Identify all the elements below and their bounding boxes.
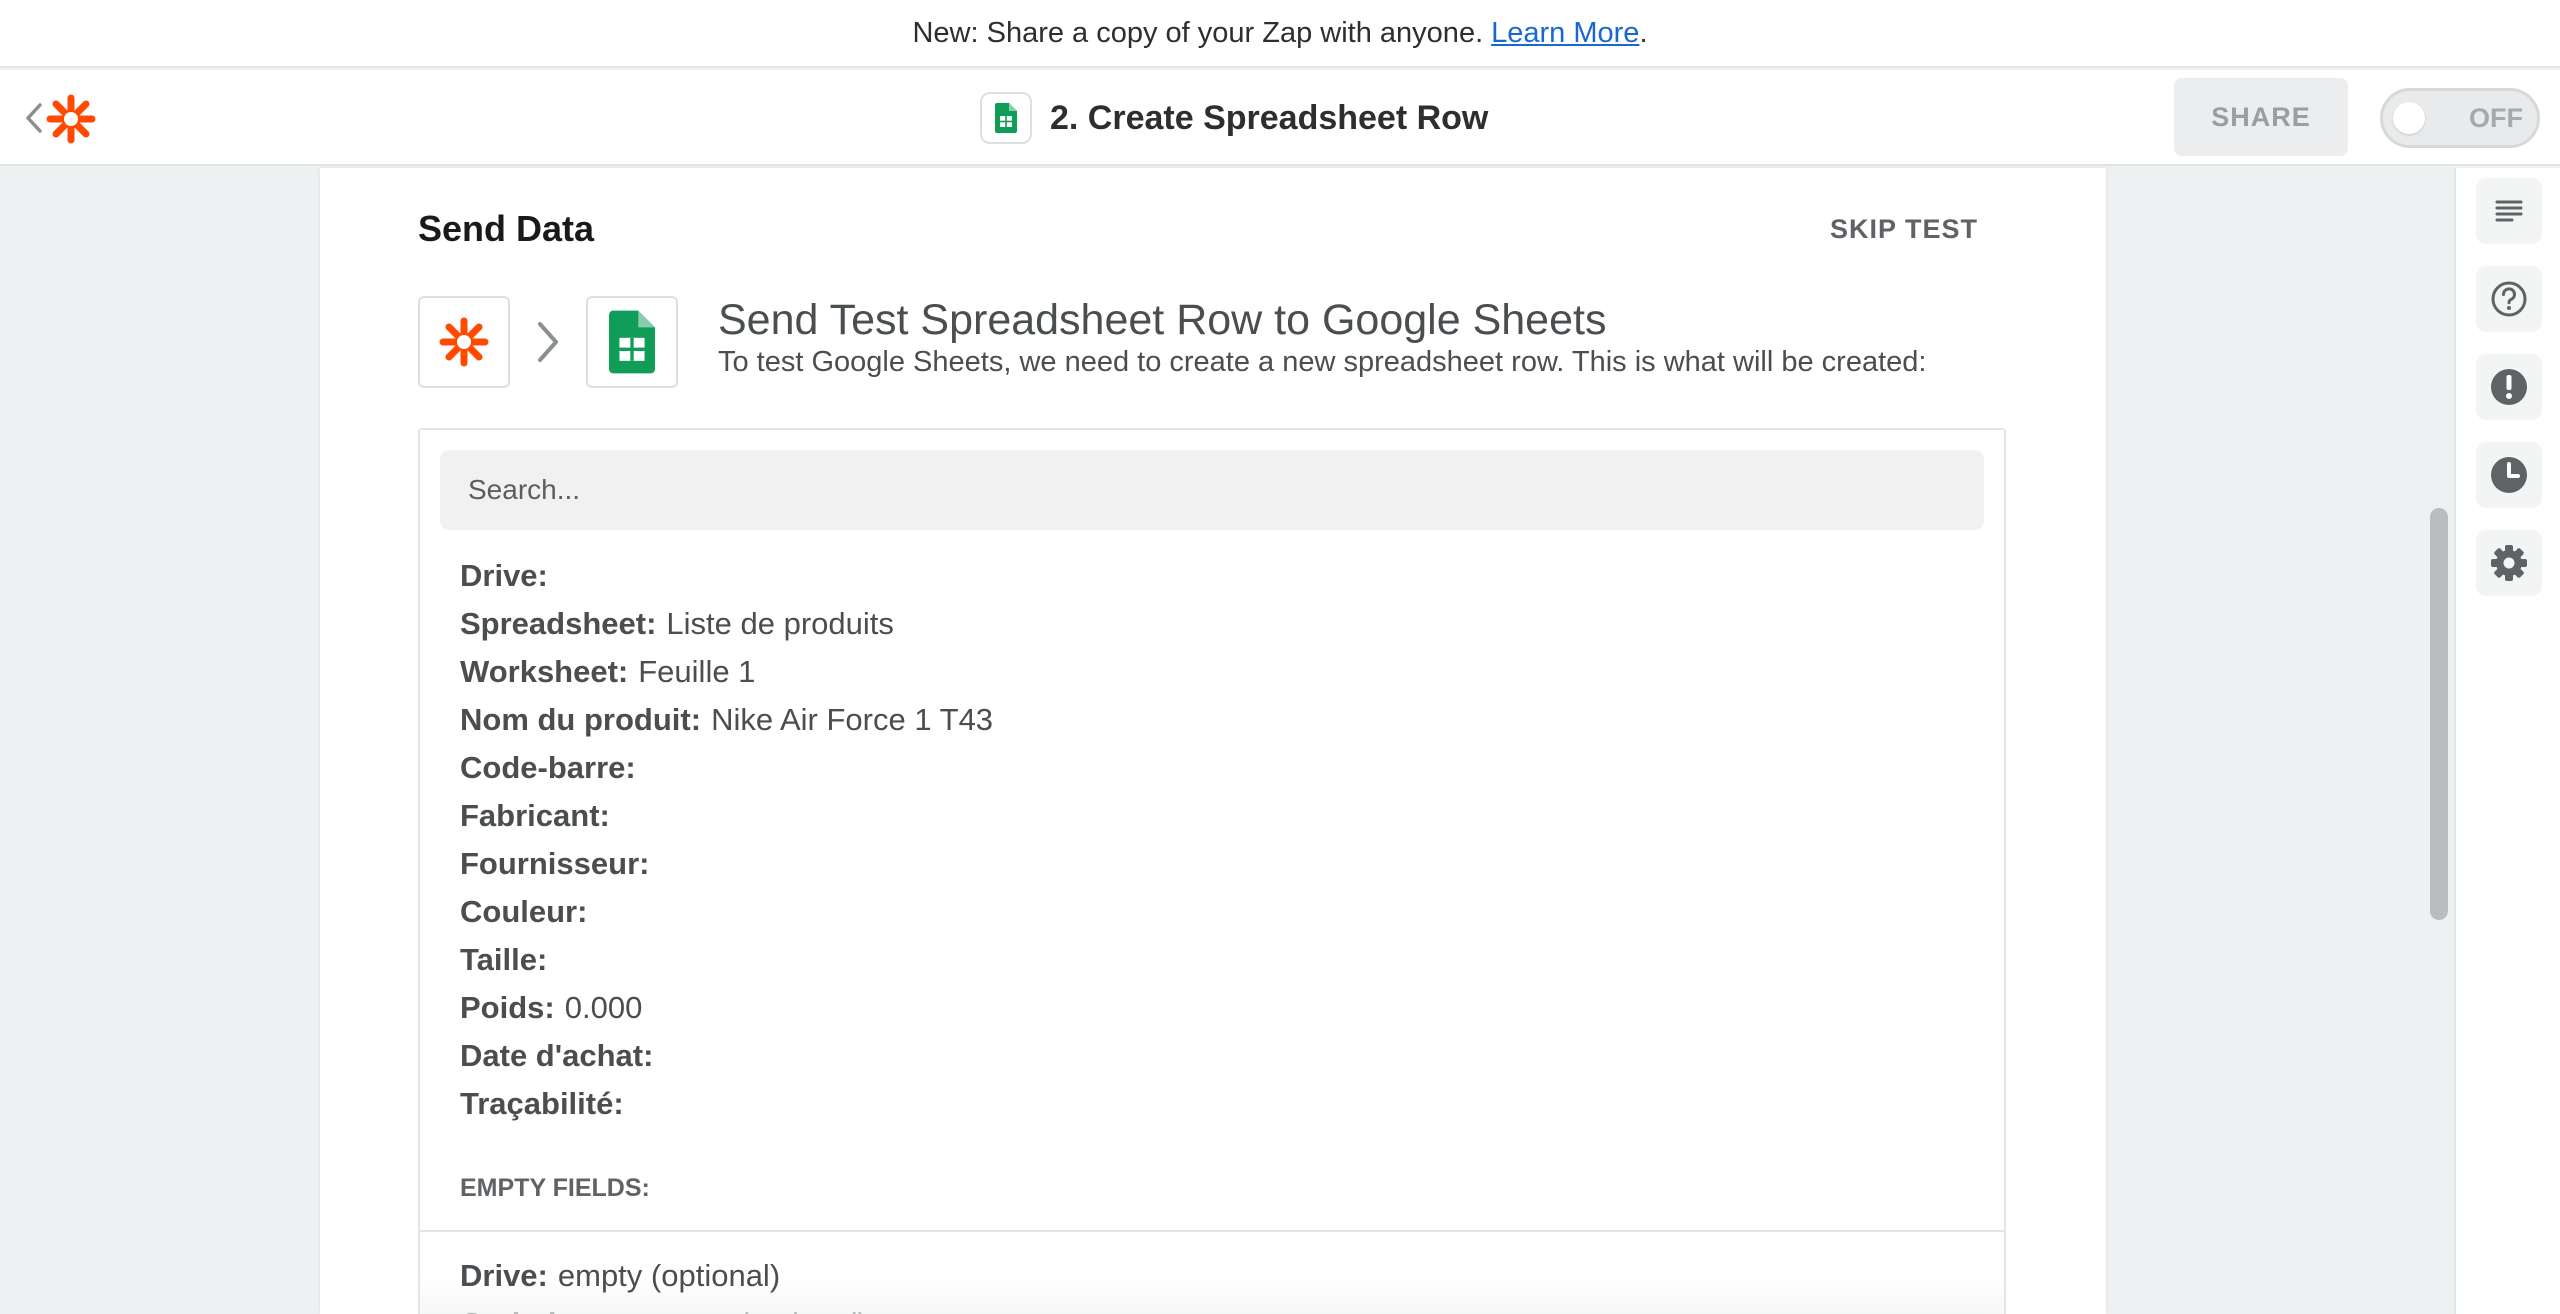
test-description: To test Google Sheets, we need to create… [718,346,1927,378]
back-chevron-icon[interactable] [22,100,46,136]
banner-suffix: . [1639,16,1648,49]
toggle-knob [2393,102,2425,134]
field-row: Traçabilité: [460,1080,993,1128]
zapier-logo-icon[interactable] [46,94,96,144]
field-label: Worksheet: [460,654,629,689]
field-label: Drive: [460,1258,548,1293]
zap-on-off-toggle[interactable]: OFF [2380,88,2540,148]
share-button[interactable]: SHARE [2174,78,2348,156]
outline-icon[interactable] [2476,178,2542,244]
field-value: Nike Air Force 1 T43 [711,702,994,737]
alert-icon[interactable] [2476,354,2542,420]
field-label: Code-barre: [460,1306,636,1314]
field-row: Drive: [460,552,993,600]
chevron-right-icon [532,318,562,366]
empty-fields-heading: EMPTY FIELDS: [460,1174,650,1202]
zapier-app-icon [418,296,510,388]
field-row: Couleur: [460,888,993,936]
test-heading: Send Test Spreadsheet Row to Google Shee… [718,296,1607,344]
field-value: Liste de produits [666,606,894,641]
field-row: Poids: 0.000 [460,984,993,1032]
toggle-label: OFF [2469,103,2523,133]
empty-field-row: Drive: empty (optional) [460,1252,780,1300]
field-row: Fournisseur: [460,840,993,888]
field-row: Worksheet: Feuille 1 [460,648,993,696]
field-label: Spreadsheet: [460,606,657,641]
field-label: Poids: [460,990,555,1025]
field-label: Date d'achat: [460,1038,654,1073]
field-row: Fabricant: [460,792,993,840]
empty-fields-section: Drive: empty (optional) Code-barre: empt… [420,1230,2004,1314]
field-row: Date d'achat: [460,1032,993,1080]
page-scrollbar[interactable] [2430,508,2448,920]
skip-test-button[interactable]: SKIP TEST [1830,214,1978,245]
google-sheets-app-icon [586,296,678,388]
history-icon[interactable] [2476,442,2542,508]
field-value: empty (optional) [557,1258,781,1293]
field-value: Feuille 1 [638,654,756,689]
empty-field-row: Code-barre: empty (optional) [460,1300,868,1314]
search-input[interactable] [440,450,1984,530]
announcement-banner: New: Share a copy of your Zap with anyon… [0,0,2560,68]
step-title-text: 2. Create Spreadsheet Row [1050,98,1489,137]
field-label: Fabricant: [460,798,610,833]
field-label: Fournisseur: [460,846,650,881]
field-value: 0.000 [564,990,643,1025]
test-data-box: Drive: Spreadsheet: Liste de produits Wor… [418,428,2006,1314]
field-label: Nom du produit: [460,702,702,737]
help-icon[interactable] [2476,266,2542,332]
field-label: Drive: [460,558,548,593]
field-label: Code-barre: [460,750,636,785]
field-label: Taille: [460,942,548,977]
field-row: Taille: [460,936,993,984]
panel-title: Send Data [418,208,595,249]
field-label: Couleur: [460,894,588,929]
field-row: Code-barre: [460,744,993,792]
banner-text: New: Share a copy of your Zap with anyon… [912,16,1484,49]
right-sidebar [2454,168,2560,1314]
google-sheets-icon [980,92,1032,144]
field-label: Traçabilité: [460,1086,624,1121]
field-row: Spreadsheet: Liste de produits [460,600,993,648]
settings-icon[interactable] [2476,530,2542,596]
field-list: Drive: Spreadsheet: Liste de produits Wor… [460,552,993,1128]
learn-more-link[interactable]: Learn More [1491,17,1639,50]
field-value: empty (optional) [646,1306,868,1314]
send-data-panel: Send Data SKIP TEST Send Test Spreadshee… [320,168,2106,1314]
field-row: Nom du produit: Nike Air Force 1 T43 [460,696,993,744]
editor-header: 2. Create Spreadsheet Row SHARE OFF [0,70,2560,166]
step-title[interactable]: 2. Create Spreadsheet Row [980,92,1488,144]
